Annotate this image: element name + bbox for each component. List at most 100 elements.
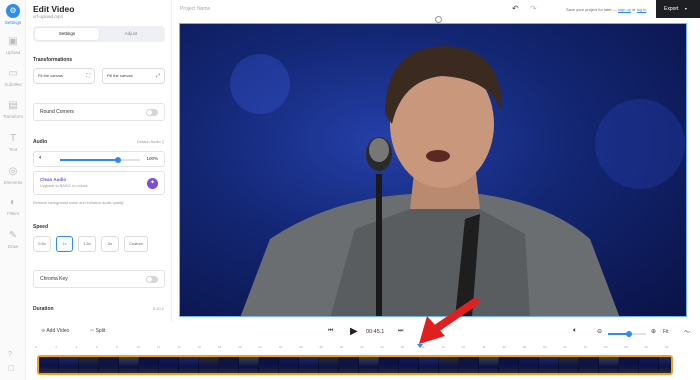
rail-item-label: Transform: [2, 114, 24, 119]
chevron-down-icon: ▾: [684, 6, 687, 11]
fit-canvas-button[interactable]: Fit the canvas ⛶: [33, 68, 95, 84]
volume-row: 🔈︎ 100%: [33, 151, 165, 167]
fill-canvas-label: Fill the canvas: [107, 73, 133, 78]
redo-icon[interactable]: ↷: [530, 4, 537, 13]
round-corners-row: Round Corners: [33, 103, 165, 121]
clean-audio-card[interactable]: Clean Audio Upgrade to BASIC to unlock ✦: [33, 171, 165, 195]
ruler-tick-label: 60: [644, 345, 649, 349]
detach-audio-button[interactable]: Detach Audio ▯: [137, 139, 164, 144]
ruler-tick-label: 56: [604, 345, 608, 349]
export-button[interactable]: Export ▾: [656, 0, 700, 18]
speed-heading: Speed: [33, 224, 49, 230]
volume-icon[interactable]: 🔈︎: [573, 327, 577, 335]
waveform-icon[interactable]: 〜: [684, 327, 690, 336]
rail-item-label: Text: [8, 147, 18, 152]
filmstrip-frame: [659, 357, 671, 373]
add-video-button[interactable]: ⊕ Add Video: [41, 328, 69, 334]
ruler-tick-label: 34: [380, 345, 384, 349]
filmstrip-frame: [419, 357, 439, 373]
speed-option[interactable]: 2x: [101, 236, 119, 252]
rail-item-filters[interactable]: ◐ Filters: [0, 197, 26, 216]
ruler-tick-label: 0: [35, 345, 37, 349]
fit-icon: ⛶: [86, 73, 90, 79]
zoom-knob[interactable]: [625, 331, 632, 337]
magic-wand-icon[interactable]: ✦: [147, 178, 158, 189]
timeline-ruler[interactable]: 0 2 4 6 8 10 12 14 16 18 20 22 24 26 28 30 32 34 36 38 40 42 4…: [35, 345, 675, 353]
save-project-note: Save your project for later — sign up or…: [566, 7, 646, 12]
video-preview[interactable]: [179, 23, 687, 317]
help-icon[interactable]: ?: [8, 351, 12, 358]
upload-icon: ▣: [8, 36, 18, 47]
split-button[interactable]: ✂ Split: [90, 328, 105, 334]
file-name: vrf-upload.mp4: [33, 14, 64, 19]
filmstrip-frame: [119, 357, 139, 373]
fit-zoom-button[interactable]: Fit: [663, 329, 669, 335]
ruler-tick-label: 36: [400, 345, 405, 349]
rotate-handle[interactable]: [435, 16, 442, 23]
filmstrip-frame: [319, 357, 339, 373]
filmstrip-frame: [379, 357, 399, 373]
skip-back-icon[interactable]: ⏮︎: [328, 328, 333, 335]
add-video-label: Add Video: [46, 328, 70, 334]
ruler-tick-label: 12: [156, 345, 161, 349]
rail-item-draw[interactable]: ✎ Draw: [0, 230, 26, 249]
rail-item-text[interactable]: T Text: [0, 133, 26, 152]
rail-item-label: Draw: [7, 244, 19, 249]
volume-knob[interactable]: [114, 157, 121, 163]
filmstrip-frame: [519, 357, 539, 373]
zoom-slider[interactable]: [608, 331, 646, 337]
gear-icon: ⚙: [6, 4, 20, 18]
speed-option[interactable]: 0.5x: [33, 236, 51, 252]
log-in-link[interactable]: log in: [637, 7, 647, 12]
round-corners-toggle[interactable]: [146, 109, 158, 116]
save-prefix: Save your project for later —: [566, 7, 617, 12]
ruler-tick-label: 8: [116, 345, 118, 349]
text-icon: T: [9, 133, 17, 144]
video-clip-track[interactable]: [37, 355, 673, 375]
chat-icon[interactable]: ▢: [8, 364, 15, 372]
sign-up-link[interactable]: sign up: [618, 7, 631, 12]
rail-item-subtitles[interactable]: ▭ Subtitles: [0, 68, 26, 87]
rail-item-upload[interactable]: ▣ Upload: [0, 36, 26, 55]
or-text: or: [632, 7, 636, 12]
speed-option[interactable]: 1.5x: [78, 236, 96, 252]
zoom-in-icon[interactable]: ⊕: [651, 328, 656, 335]
rail-item-transform[interactable]: ▤ Transform: [0, 100, 26, 119]
fill-canvas-button[interactable]: Fill the canvas ⤢: [102, 68, 165, 84]
panel-title: Edit Video: [33, 4, 75, 14]
rail-item-elements[interactable]: ◎ Elements: [0, 166, 26, 185]
speed-option[interactable]: 1x: [56, 236, 73, 252]
filmstrip-frame: [199, 357, 219, 373]
speaker-icon[interactable]: 🔈︎: [39, 155, 43, 162]
ruler-tick-label: 48: [522, 345, 527, 349]
ruler-tick-label: 30: [339, 345, 344, 349]
volume-slider[interactable]: [60, 157, 140, 163]
skip-forward-icon[interactable]: ⏭︎: [398, 328, 403, 335]
ruler-tick-label: 44: [482, 345, 486, 349]
chroma-key-toggle[interactable]: [146, 276, 158, 283]
volume-fill: [60, 159, 118, 161]
filmstrip-frame: [559, 357, 579, 373]
filmstrip-frame: [159, 357, 179, 373]
tab-adjust[interactable]: Adjust: [99, 28, 163, 40]
rail-item-label: Filters: [6, 211, 20, 216]
transform-icon: ▤: [8, 100, 18, 111]
filmstrip-frame: [179, 357, 199, 373]
zoom-out-icon[interactable]: ⊖: [597, 328, 602, 335]
draw-icon: ✎: [8, 230, 18, 241]
ruler-tick-label: 32: [360, 345, 364, 349]
filmstrip-frame: [299, 357, 319, 373]
ruler-tick-label: 14: [177, 345, 181, 349]
speed-option[interactable]: Custom: [124, 236, 148, 252]
project-name-input[interactable]: Project Name: [180, 6, 210, 12]
rail-item-settings[interactable]: ⚙ Settings: [0, 4, 26, 25]
filmstrip-frame: [639, 357, 659, 373]
ruler-tick-label: 52: [563, 345, 567, 349]
tab-settings[interactable]: Settings: [35, 28, 99, 40]
chroma-key-label: Chroma Key: [40, 276, 68, 282]
play-icon[interactable]: ▶: [350, 326, 358, 337]
undo-icon[interactable]: ↶: [512, 4, 519, 13]
transformations-heading: Transformations: [33, 57, 73, 63]
ruler-tick-label: 6: [95, 345, 98, 349]
ruler-tick-label: 18: [217, 345, 222, 349]
